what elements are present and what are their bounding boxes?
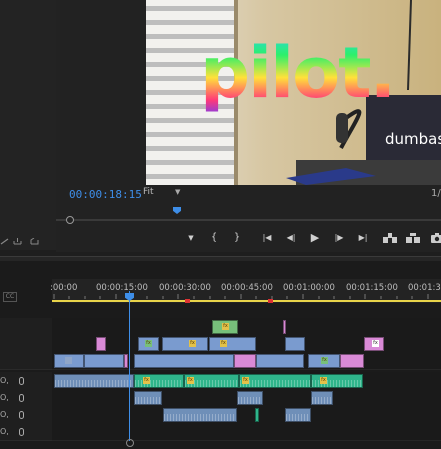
work-area-bar[interactable] <box>52 300 441 302</box>
video-clip[interactable]: fx <box>212 320 238 334</box>
audio-clip[interactable] <box>311 391 333 405</box>
overlay-title-text: pilot. <box>200 28 396 118</box>
monitor-scrub-bar[interactable] <box>56 219 441 221</box>
waveform <box>55 380 133 387</box>
scrub-zoom-handle[interactable] <box>66 216 74 224</box>
ruler-label: 00:01:30:00 <box>408 283 441 293</box>
audio-clip[interactable]: fx <box>311 374 363 388</box>
lift-icon[interactable] <box>383 233 397 243</box>
video-clip[interactable] <box>134 354 234 368</box>
audio-clip[interactable] <box>134 391 162 405</box>
audio-clip[interactable]: fx <box>134 374 184 388</box>
waveform <box>286 414 310 421</box>
audio-clip[interactable] <box>54 374 134 388</box>
fx-badge: fx <box>187 377 194 384</box>
track-lane[interactable] <box>52 423 441 441</box>
playhead-timecode[interactable]: 00:00:18:15 <box>69 188 142 201</box>
resolution-select[interactable]: 1/ <box>431 188 441 199</box>
video-track-header-v3[interactable] <box>0 318 52 336</box>
render-marker <box>185 299 190 303</box>
captions-toggle[interactable]: CC <box>3 292 17 302</box>
ruler-label: 00:01:00:00 <box>283 283 335 293</box>
microphone-icon[interactable] <box>19 394 24 402</box>
fx-badge: fx <box>242 377 249 384</box>
step-forward-button[interactable]: |▶ <box>332 229 346 247</box>
timeline-header-bar <box>0 256 441 261</box>
go-to-in-button[interactable]: |◀ <box>260 229 274 247</box>
audio-channel-label: O, <box>0 393 9 402</box>
ruler-ticks <box>53 294 429 299</box>
ruler-label: 00:01:15:00 <box>346 283 398 293</box>
step-back-button[interactable]: ◀| <box>284 229 298 247</box>
ruler-label: 00:00:15:00 <box>96 283 148 293</box>
video-clip[interactable]: fx <box>162 337 208 351</box>
fx-badge: fx <box>222 323 229 330</box>
export-icon[interactable] <box>13 238 22 245</box>
microphone-icon[interactable] <box>19 428 24 436</box>
audio-clip[interactable]: fx <box>239 374 311 388</box>
video-clip[interactable]: fx <box>138 337 159 351</box>
track-lane[interactable] <box>52 318 441 336</box>
chevron-down-icon: ▼ <box>175 188 181 196</box>
video-clip[interactable]: fx <box>209 337 256 351</box>
video-clip[interactable] <box>84 354 124 368</box>
play-button[interactable]: ▶ <box>308 229 322 247</box>
settings-icon[interactable] <box>0 238 9 245</box>
zoom-select[interactable]: Fit ▼ <box>143 187 183 201</box>
render-marker <box>268 299 273 303</box>
ruler-label: :00:00 <box>50 283 78 293</box>
audio-channel-label: O, <box>0 427 9 436</box>
add-marker-button[interactable]: ▼ <box>186 229 196 247</box>
waveform <box>164 414 236 421</box>
video-clip[interactable] <box>256 354 304 368</box>
video-clip[interactable] <box>124 354 128 368</box>
fx-badge: fx <box>372 340 379 347</box>
video-clip[interactable] <box>340 354 364 368</box>
fx-badge: fx <box>145 340 152 347</box>
microphone-icon[interactable] <box>19 377 24 385</box>
overlay-tag-text: dumbas <box>385 130 441 148</box>
ruler-label: 00:00:45:00 <box>221 283 273 293</box>
video-track-header-v2[interactable] <box>0 335 52 353</box>
fx-badge: fx <box>220 340 227 347</box>
fx-badge <box>65 357 72 364</box>
ruler-label: 00:00:30:00 <box>159 283 211 293</box>
fx-badge: fx <box>189 340 196 347</box>
video-clip[interactable] <box>283 320 286 334</box>
audio-clip[interactable]: fx <box>184 374 239 388</box>
share-icon[interactable] <box>30 238 39 245</box>
waveform <box>312 397 332 404</box>
waveform <box>240 380 310 387</box>
audio-clip[interactable] <box>285 408 311 422</box>
transport-controls: ▼ { } |◀ ◀| ▶ |▶ ▶| <box>180 229 441 247</box>
audio-clip[interactable] <box>237 391 263 405</box>
microphone-icon[interactable] <box>19 411 24 419</box>
zoom-select-value: Fit <box>143 187 154 197</box>
waveform <box>135 397 161 404</box>
mark-out-button[interactable]: } <box>232 229 242 247</box>
fx-badge: fx <box>321 357 328 364</box>
camera-icon[interactable] <box>431 233 441 243</box>
audio-channel-label: O, <box>0 376 9 385</box>
video-clip[interactable]: fx <box>308 354 340 368</box>
video-clip[interactable]: fx <box>364 337 384 351</box>
video-track-header-v1[interactable] <box>0 352 52 370</box>
fx-badge: fx <box>320 377 327 384</box>
go-to-out-button[interactable]: ▶| <box>356 229 370 247</box>
audio-clip[interactable] <box>255 408 259 422</box>
source-panel <box>0 0 56 250</box>
video-clip[interactable] <box>234 354 256 368</box>
mark-in-button[interactable]: { <box>209 229 219 247</box>
video-clip[interactable] <box>285 337 305 351</box>
audio-clip[interactable] <box>163 408 237 422</box>
audio-channel-label: O, <box>0 410 9 419</box>
video-clip[interactable] <box>96 337 106 351</box>
waveform <box>238 397 262 404</box>
track-lane[interactable] <box>52 406 441 424</box>
video-clip[interactable] <box>54 354 84 368</box>
extract-icon[interactable] <box>406 233 420 243</box>
fx-badge: fx <box>143 377 150 384</box>
timeline-playhead-line <box>129 291 130 441</box>
timeline-scroll-handle[interactable] <box>126 439 134 447</box>
